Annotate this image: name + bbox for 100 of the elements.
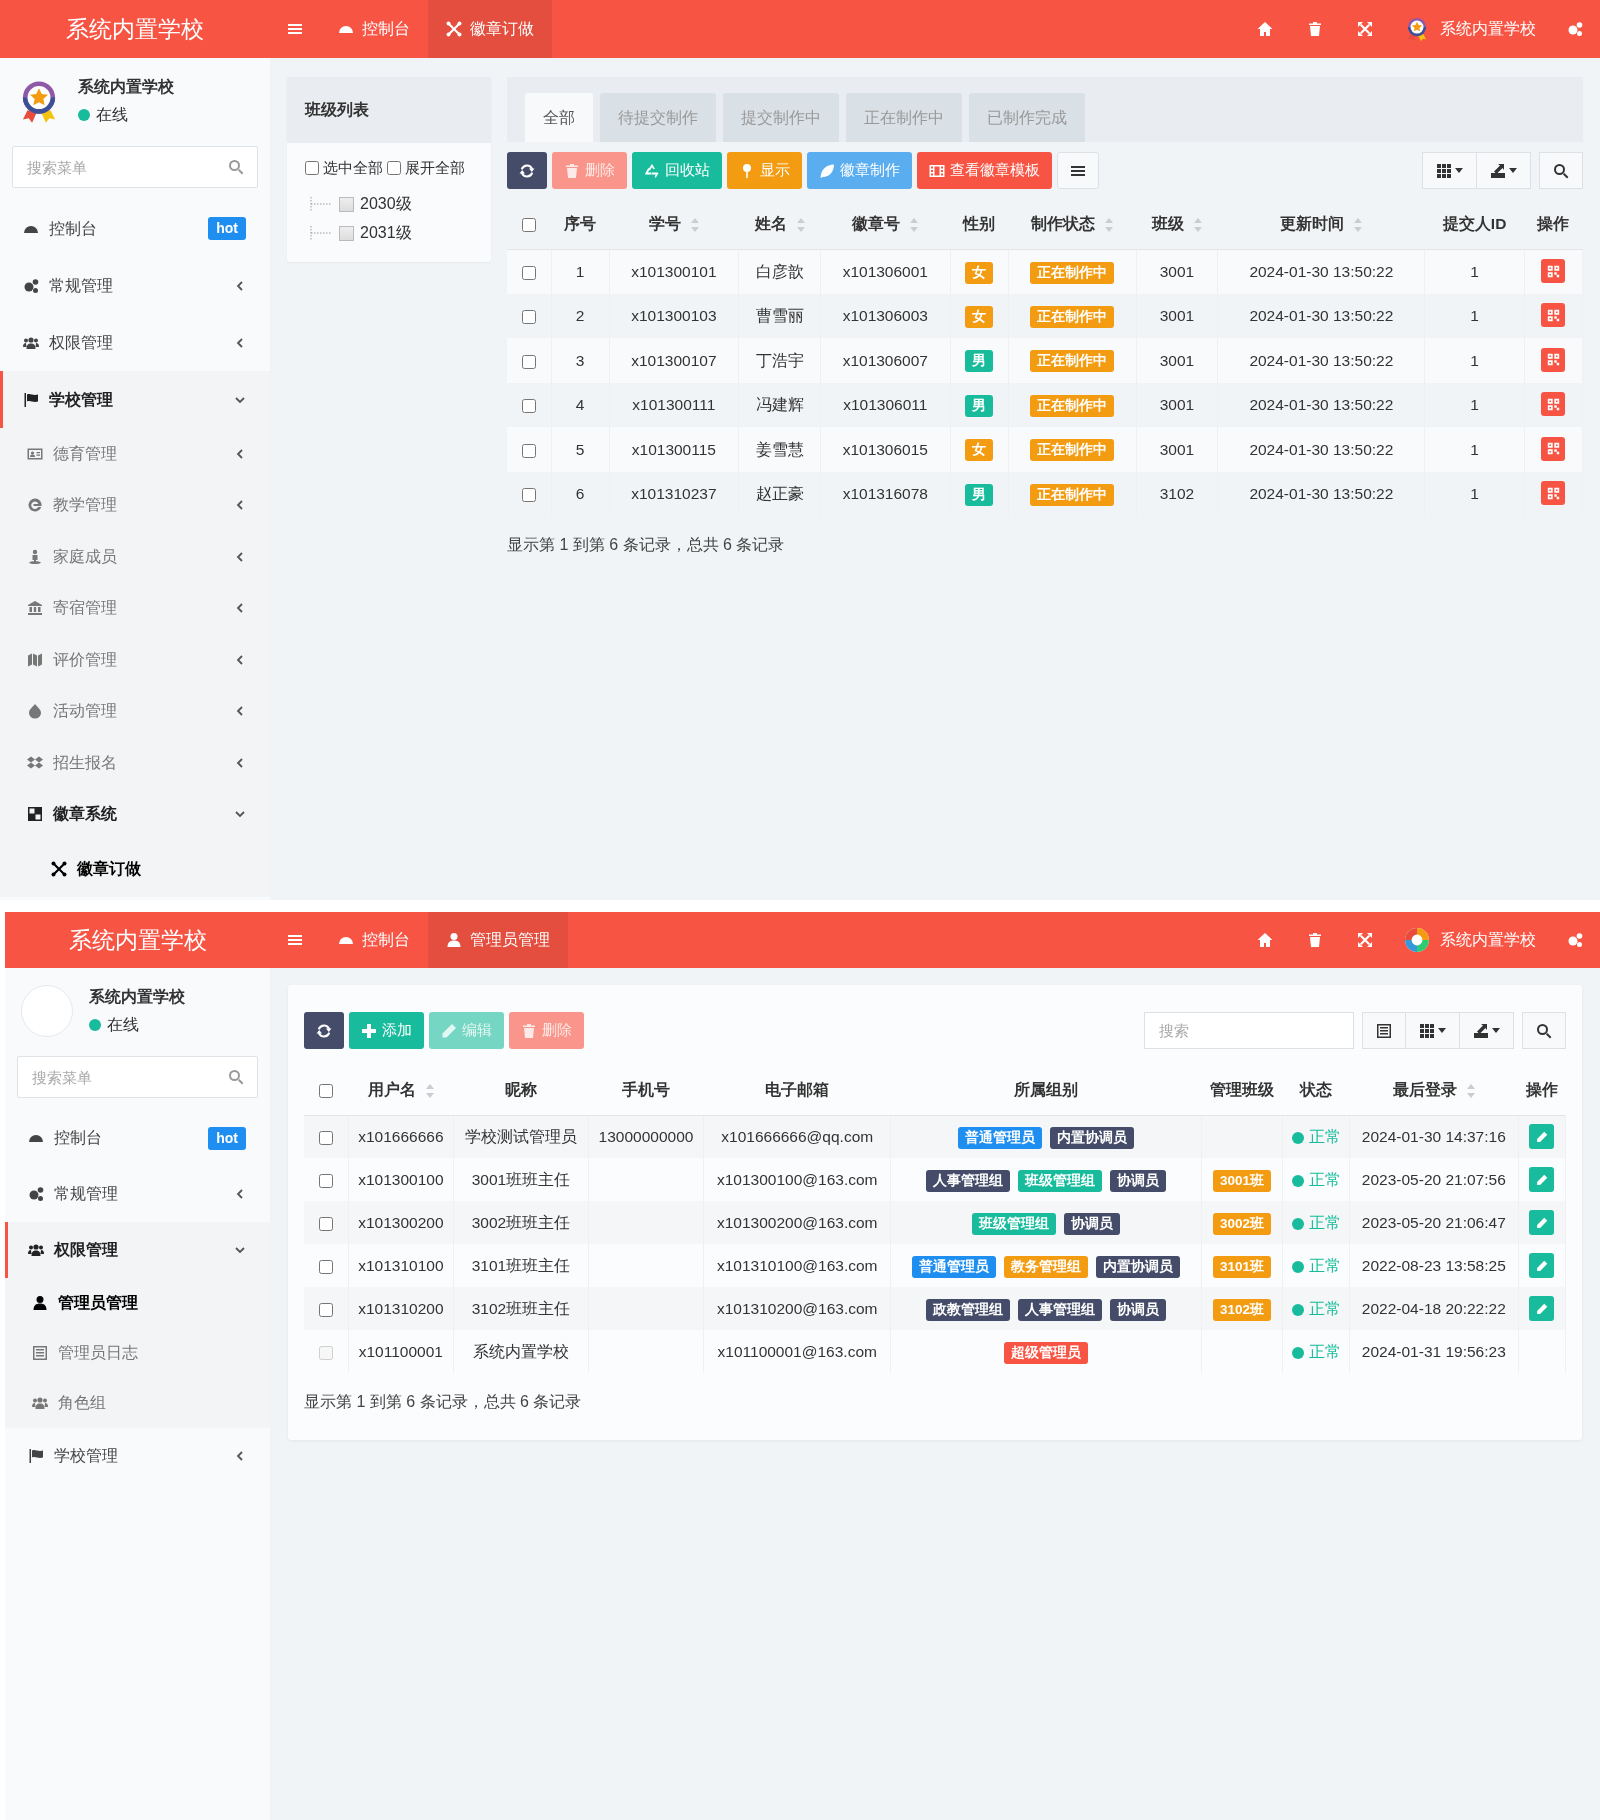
tree-checkbox[interactable] [339,225,354,241]
qr-code-button[interactable] [1541,259,1566,284]
sidebar-item[interactable]: 招生报名 [0,737,270,789]
edit-button[interactable] [1529,1167,1555,1192]
edit-button[interactable] [1529,1210,1555,1235]
row-checkbox[interactable] [318,1302,333,1317]
nav-tab[interactable]: 控制台 [320,912,428,968]
sidebar-item[interactable]: 控制台 hot [5,1110,270,1166]
tree-checkbox[interactable] [339,196,354,212]
row-checkbox[interactable] [521,354,536,369]
row-checkbox[interactable] [318,1173,333,1188]
row-checkbox[interactable] [318,1131,333,1146]
caret-icon [1455,168,1463,173]
select-all-checkbox[interactable] [319,1084,333,1099]
pagination-info: 显示第 1 到第 6 条记录，总共 6 条记录 [304,1392,583,1412]
row-checkbox[interactable] [318,1259,333,1274]
filter-tab[interactable]: 已制作完成 [969,93,1085,142]
edit-button[interactable] [1529,1253,1555,1278]
sidebar-item[interactable]: 权限管理 [0,314,270,371]
refresh-button[interactable] [304,1012,344,1049]
columns-button[interactable] [1406,1012,1460,1049]
checkbox[interactable] [305,161,319,176]
sidebar-item[interactable]: 活动管理 [0,685,270,737]
nav-tab[interactable]: 控制台 [320,0,428,58]
qr-code-button[interactable] [1541,347,1566,372]
export-button[interactable] [1460,1012,1514,1049]
users-icon [28,1242,44,1258]
sidebar-item[interactable]: 角色组 [5,1378,270,1428]
export-button[interactable] [1477,152,1531,189]
checkbox[interactable] [387,161,401,176]
sidebar-item[interactable]: 家庭成员 [0,531,270,583]
user-menu[interactable]: 系统内置学校 [1390,0,1550,58]
sidebar-item[interactable]: 评价管理 [0,634,270,686]
pencil-icon [1535,1130,1548,1143]
edit-button[interactable] [1529,1124,1555,1150]
column-header[interactable]: 制作状态 [1031,215,1114,233]
sidebar-item[interactable]: 学校管理 [5,1428,270,1484]
search-button[interactable] [1539,152,1583,189]
home-icon [1257,932,1273,948]
recycle-bin-button[interactable]: 回收站 [632,152,722,189]
view-template-button[interactable]: 查看徽章模板 [917,152,1052,189]
qr-code-button[interactable] [1541,481,1566,506]
filter-tab[interactable]: 全部 [525,93,593,142]
sidebar-item[interactable]: 德育管理 [0,428,270,480]
show-button[interactable]: 显示 [727,152,802,189]
sidebar-item[interactable]: 控制台 hot [0,200,270,257]
nav-tab[interactable]: 管理员管理 [428,912,568,968]
caret-icon [1509,168,1517,173]
column-header[interactable]: 学号 [648,215,699,233]
table-cell: 6 [551,471,609,516]
search-button[interactable] [1522,1012,1566,1049]
columns-button[interactable] [1422,152,1477,189]
row-checkbox[interactable] [521,488,536,503]
table-cell: 白彦歆 [738,249,821,294]
search-field[interactable]: 搜索菜单 [12,146,258,188]
refresh-button[interactable] [507,152,547,189]
search-field[interactable]: 搜索菜单 [17,1056,258,1098]
list-view-button[interactable] [1362,1012,1406,1049]
sidebar-item[interactable]: 管理员管理 [5,1278,270,1328]
search-field[interactable]: 搜索 [1144,1012,1354,1049]
menu-button[interactable] [1057,152,1099,189]
tree-node-label[interactable]: 2030级 [360,192,412,217]
sidebar-item[interactable]: 教学管理 [0,479,270,531]
column-header[interactable]: 姓名 [754,215,805,233]
tree-node-label[interactable]: 2031级 [360,221,412,246]
row-checkbox[interactable] [521,399,536,414]
column-header[interactable]: 最后登录 [1392,1081,1475,1099]
add-button[interactable]: 添加 [349,1012,424,1049]
column-header[interactable]: 徽章号 [852,215,919,233]
qr-code-button[interactable] [1541,392,1566,417]
sidebar-item[interactable]: 徽章订做 [0,840,270,897]
sidebar-item[interactable]: 管理员日志 [5,1328,270,1378]
search-icon [228,159,244,175]
user-menu[interactable]: 系统内置学校 [1390,912,1550,968]
column-header[interactable]: 班级 [1151,215,1202,233]
sidebar-item[interactable]: 常规管理 [5,1166,270,1222]
sidebar-item[interactable]: 徽章系统 [0,788,270,840]
menu-icon [287,21,303,37]
edit-button[interactable] [1529,1296,1555,1321]
filter-tab[interactable]: 提交制作中 [723,93,839,142]
sidebar-item[interactable]: 权限管理 [5,1222,270,1278]
sidebar-item[interactable]: 常规管理 [0,257,270,314]
table-cell: x101306015 [820,427,951,472]
sidebar-item[interactable]: 学校管理 [0,371,270,428]
qr-code-button[interactable] [1541,303,1566,328]
filter-tab[interactable]: 待提交制作 [600,93,716,142]
column-header[interactable]: 更新时间 [1280,215,1363,233]
row-checkbox[interactable] [521,443,536,458]
nav-tab[interactable]: 徽章订做 [428,0,552,58]
row-checkbox[interactable] [521,310,536,325]
sidebar-item[interactable]: 寄宿管理 [0,582,270,634]
column-header[interactable]: 用户名 [367,1081,434,1099]
search-icon [1536,1022,1552,1039]
filter-tab[interactable]: 正在制作中 [846,93,962,142]
make-badge-button[interactable]: 徽章制作 [807,152,912,189]
group-tag: 人事管理组 [1017,1298,1102,1321]
qr-code-button[interactable] [1541,436,1566,461]
row-checkbox[interactable] [521,265,536,280]
select-all-checkbox[interactable] [522,218,536,233]
row-checkbox[interactable] [318,1216,333,1231]
